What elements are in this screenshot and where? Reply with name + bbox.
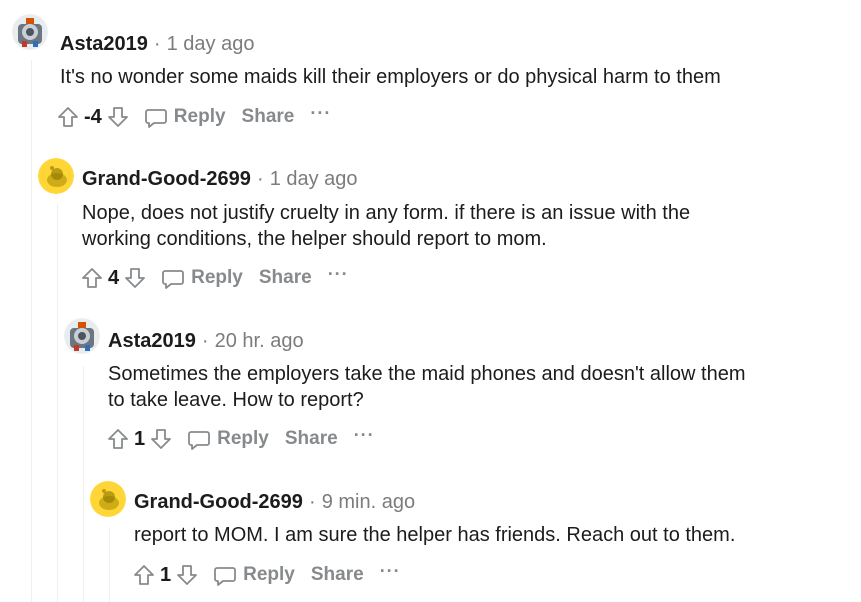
- speech-bubble-icon: [162, 270, 185, 289]
- downvote-arrow-icon[interactable]: [106, 105, 130, 129]
- upvote-arrow-icon[interactable]: [56, 105, 80, 129]
- comment-text-line: working conditions, the helper should re…: [82, 228, 547, 250]
- comment-body: Sometimes the employers take the maid ph…: [108, 361, 746, 413]
- author-name[interactable]: Grand-Good-2699: [82, 168, 251, 190]
- comment-header: Asta2019 · 20 hr. ago: [108, 328, 304, 354]
- vote-score: -4: [84, 105, 102, 128]
- separator: ·: [201, 330, 209, 352]
- speech-bubble-icon: [214, 567, 237, 586]
- ellipsis-icon[interactable]: ···: [310, 103, 331, 124]
- thread-line[interactable]: [57, 204, 58, 602]
- comment-header: Grand-Good-2699 · 9 min. ago: [134, 489, 415, 515]
- comment-actions: 1 Reply Share ···: [106, 424, 375, 454]
- reply-label: Reply: [217, 428, 269, 449]
- reply-label: Reply: [191, 267, 243, 288]
- comment-text-line: Sometimes the employers take the maid ph…: [108, 363, 746, 385]
- vote-score: 4: [108, 266, 120, 289]
- separator: ·: [256, 168, 264, 190]
- downvote-arrow-icon[interactable]: [175, 563, 199, 587]
- reply-label: Reply: [243, 564, 295, 585]
- downvote-arrow-icon[interactable]: [123, 266, 147, 290]
- comment-actions: 1 Reply Share ···: [132, 560, 401, 590]
- share-button[interactable]: Share: [242, 106, 295, 128]
- upvote-arrow-icon[interactable]: [132, 563, 156, 587]
- reply-button[interactable]: Reply: [144, 105, 226, 129]
- robot-snoo-avatar-icon: [12, 14, 48, 50]
- comment-text-line: Nope, does not justify cruelty in any fo…: [82, 202, 691, 224]
- author-name[interactable]: Grand-Good-2699: [134, 491, 303, 513]
- speech-bubble-icon: [188, 431, 211, 450]
- avatar[interactable]: [38, 158, 74, 194]
- upvote-arrow-icon[interactable]: [80, 266, 104, 290]
- comment-actions: 4 Reply Share ···: [80, 263, 349, 293]
- author-name[interactable]: Asta2019: [60, 33, 148, 55]
- comment-text-line: report to MOM. I am sure the helper has …: [134, 524, 736, 546]
- separator: ·: [308, 491, 316, 513]
- timestamp[interactable]: 9 min. ago: [322, 491, 415, 513]
- thread-line[interactable]: [31, 60, 32, 602]
- ellipsis-icon[interactable]: ···: [380, 561, 401, 582]
- downvote-arrow-icon[interactable]: [149, 427, 173, 451]
- ellipsis-icon[interactable]: ···: [354, 425, 375, 446]
- avatar[interactable]: [12, 14, 48, 50]
- comment-header: Asta2019 · 1 day ago: [60, 31, 254, 57]
- comment-body: It's no wonder some maids kill their emp…: [60, 64, 721, 90]
- speech-bubble-icon: [144, 109, 167, 128]
- separator: ·: [153, 33, 161, 55]
- comment-text-line: to take leave. How to report?: [108, 389, 364, 411]
- reply-label: Reply: [173, 106, 226, 127]
- share-button[interactable]: Share: [311, 564, 364, 586]
- vote-score: 1: [134, 427, 146, 450]
- comment-actions: -4 Reply Share ···: [56, 102, 331, 132]
- comment-header: Grand-Good-2699 · 1 day ago: [82, 166, 358, 192]
- share-button[interactable]: Share: [259, 267, 312, 289]
- reply-button[interactable]: Reply: [213, 563, 295, 587]
- comment-body: report to MOM. I am sure the helper has …: [134, 522, 735, 548]
- thread-line[interactable]: [83, 366, 84, 602]
- author-name[interactable]: Asta2019: [108, 330, 196, 352]
- ellipsis-icon[interactable]: ···: [328, 264, 349, 285]
- share-button[interactable]: Share: [285, 428, 338, 450]
- reply-button[interactable]: Reply: [161, 266, 243, 290]
- upvote-arrow-icon[interactable]: [106, 427, 130, 451]
- comment-text-line: It's no wonder some maids kill their emp…: [60, 66, 721, 88]
- default-yellow-snoo-avatar-icon: [90, 481, 126, 517]
- timestamp[interactable]: 1 day ago: [270, 168, 358, 190]
- vote-score: 1: [160, 563, 172, 586]
- timestamp[interactable]: 20 hr. ago: [215, 330, 304, 352]
- timestamp[interactable]: 1 day ago: [167, 33, 255, 55]
- avatar[interactable]: [64, 318, 100, 354]
- reply-button[interactable]: Reply: [187, 427, 269, 451]
- default-yellow-snoo-avatar-icon: [38, 158, 74, 194]
- thread-line[interactable]: [109, 527, 110, 602]
- robot-snoo-avatar-icon: [64, 318, 100, 354]
- avatar[interactable]: [90, 481, 126, 517]
- comment-body: Nope, does not justify cruelty in any fo…: [82, 200, 690, 252]
